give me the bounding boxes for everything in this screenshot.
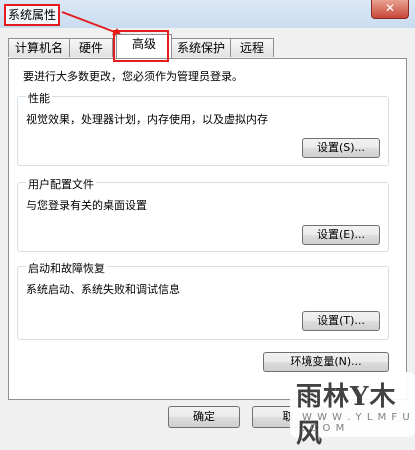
user-profiles-title: 用户配置文件: [26, 176, 96, 192]
site-watermark: 雨林Y木风 W W W . Y L M F U . C O M: [290, 372, 415, 449]
close-button[interactable]: ✕: [371, 0, 409, 19]
advanced-tab-highlight: [113, 30, 169, 62]
user-profiles-description: 与您登录有关的桌面设置: [26, 199, 147, 212]
startup-recovery-title: 启动和故障恢复: [26, 260, 107, 276]
startup-recovery-group: 启动和故障恢复 系统启动、系统失败和调试信息 设置(T)...: [17, 260, 389, 340]
admin-notice: 要进行大多数更改，您必须作为管理员登录。: [23, 70, 243, 83]
performance-title: 性能: [26, 90, 52, 106]
performance-settings-button[interactable]: 设置(S)...: [302, 138, 380, 158]
tab-system-protection[interactable]: 系统保护: [171, 38, 231, 57]
watermark-url: W W W . Y L M F U . C O M: [302, 412, 411, 434]
startup-recovery-description: 系统启动、系统失败和调试信息: [26, 283, 180, 296]
tab-hardware[interactable]: 硬件: [69, 38, 113, 57]
tab-computer-name[interactable]: 计算机名: [8, 38, 70, 57]
startup-recovery-settings-button[interactable]: 设置(T)...: [302, 311, 380, 331]
performance-description: 视觉效果，处理器计划，内存使用，以及虚拟内存: [26, 113, 268, 126]
system-properties-window: 系统属性 ✕ 计算机名 硬件 高级 系统保护 远程 要进行大多数更改，您必须作为…: [0, 0, 415, 449]
user-profiles-settings-button[interactable]: 设置(E)...: [302, 225, 380, 245]
environment-variables-button[interactable]: 环境变量(N)...: [263, 352, 389, 372]
performance-group: 性能 视觉效果，处理器计划，内存使用，以及虚拟内存 设置(S)...: [17, 90, 389, 166]
user-profiles-group: 用户配置文件 与您登录有关的桌面设置 设置(E)...: [17, 176, 389, 252]
tab-remote[interactable]: 远程: [230, 38, 274, 57]
ok-button[interactable]: 确定: [168, 406, 240, 428]
window-title: 系统属性: [4, 4, 61, 26]
